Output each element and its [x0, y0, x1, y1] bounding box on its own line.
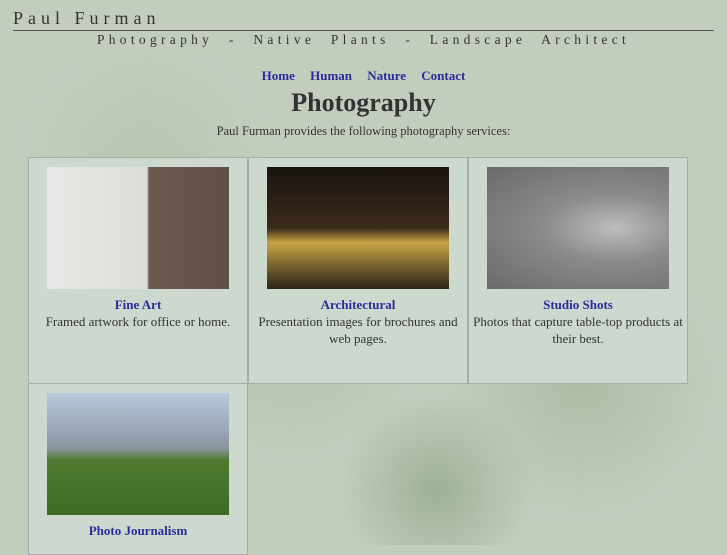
nav-nature[interactable]: Nature [367, 68, 406, 83]
tagline: Photography - Native Plants - Landscape … [96, 32, 631, 47]
fine-art-desc: Framed artwork for office or home. [45, 314, 231, 329]
service-studio-shots: Studio Shots Photos that capture table-t… [468, 157, 688, 384]
fine-art-image[interactable] [47, 167, 229, 289]
service-photo-journalism: Photo Journalism [28, 383, 248, 555]
architectural-link[interactable]: Architectural [249, 297, 467, 313]
intro-text: Paul Furman provides the following photo… [216, 124, 511, 138]
service-fine-art: Fine Art Framed artwork for office or ho… [28, 157, 248, 384]
nav-contact[interactable]: Contact [421, 68, 465, 83]
studio-shots-image[interactable] [487, 167, 669, 289]
nav-bar: Home Human Nature Contact [0, 68, 727, 84]
page-title: Photography [291, 88, 436, 117]
architectural-desc: Presentation images for brochures and we… [258, 314, 458, 346]
service-architectural: Architectural Presentation images for br… [248, 157, 468, 384]
fine-art-link[interactable]: Fine Art [29, 297, 247, 313]
site-name: Paul Furman [13, 8, 161, 28]
nav-home[interactable]: Home [262, 68, 295, 83]
nav-human[interactable]: Human [310, 68, 352, 83]
studio-shots-desc: Photos that capture table-top products a… [473, 314, 683, 346]
photo-journalism-link[interactable]: Photo Journalism [29, 523, 247, 539]
header-rule [13, 30, 714, 31]
studio-shots-link[interactable]: Studio Shots [469, 297, 687, 313]
architectural-image[interactable] [267, 167, 449, 289]
photo-journalism-image[interactable] [47, 393, 229, 515]
